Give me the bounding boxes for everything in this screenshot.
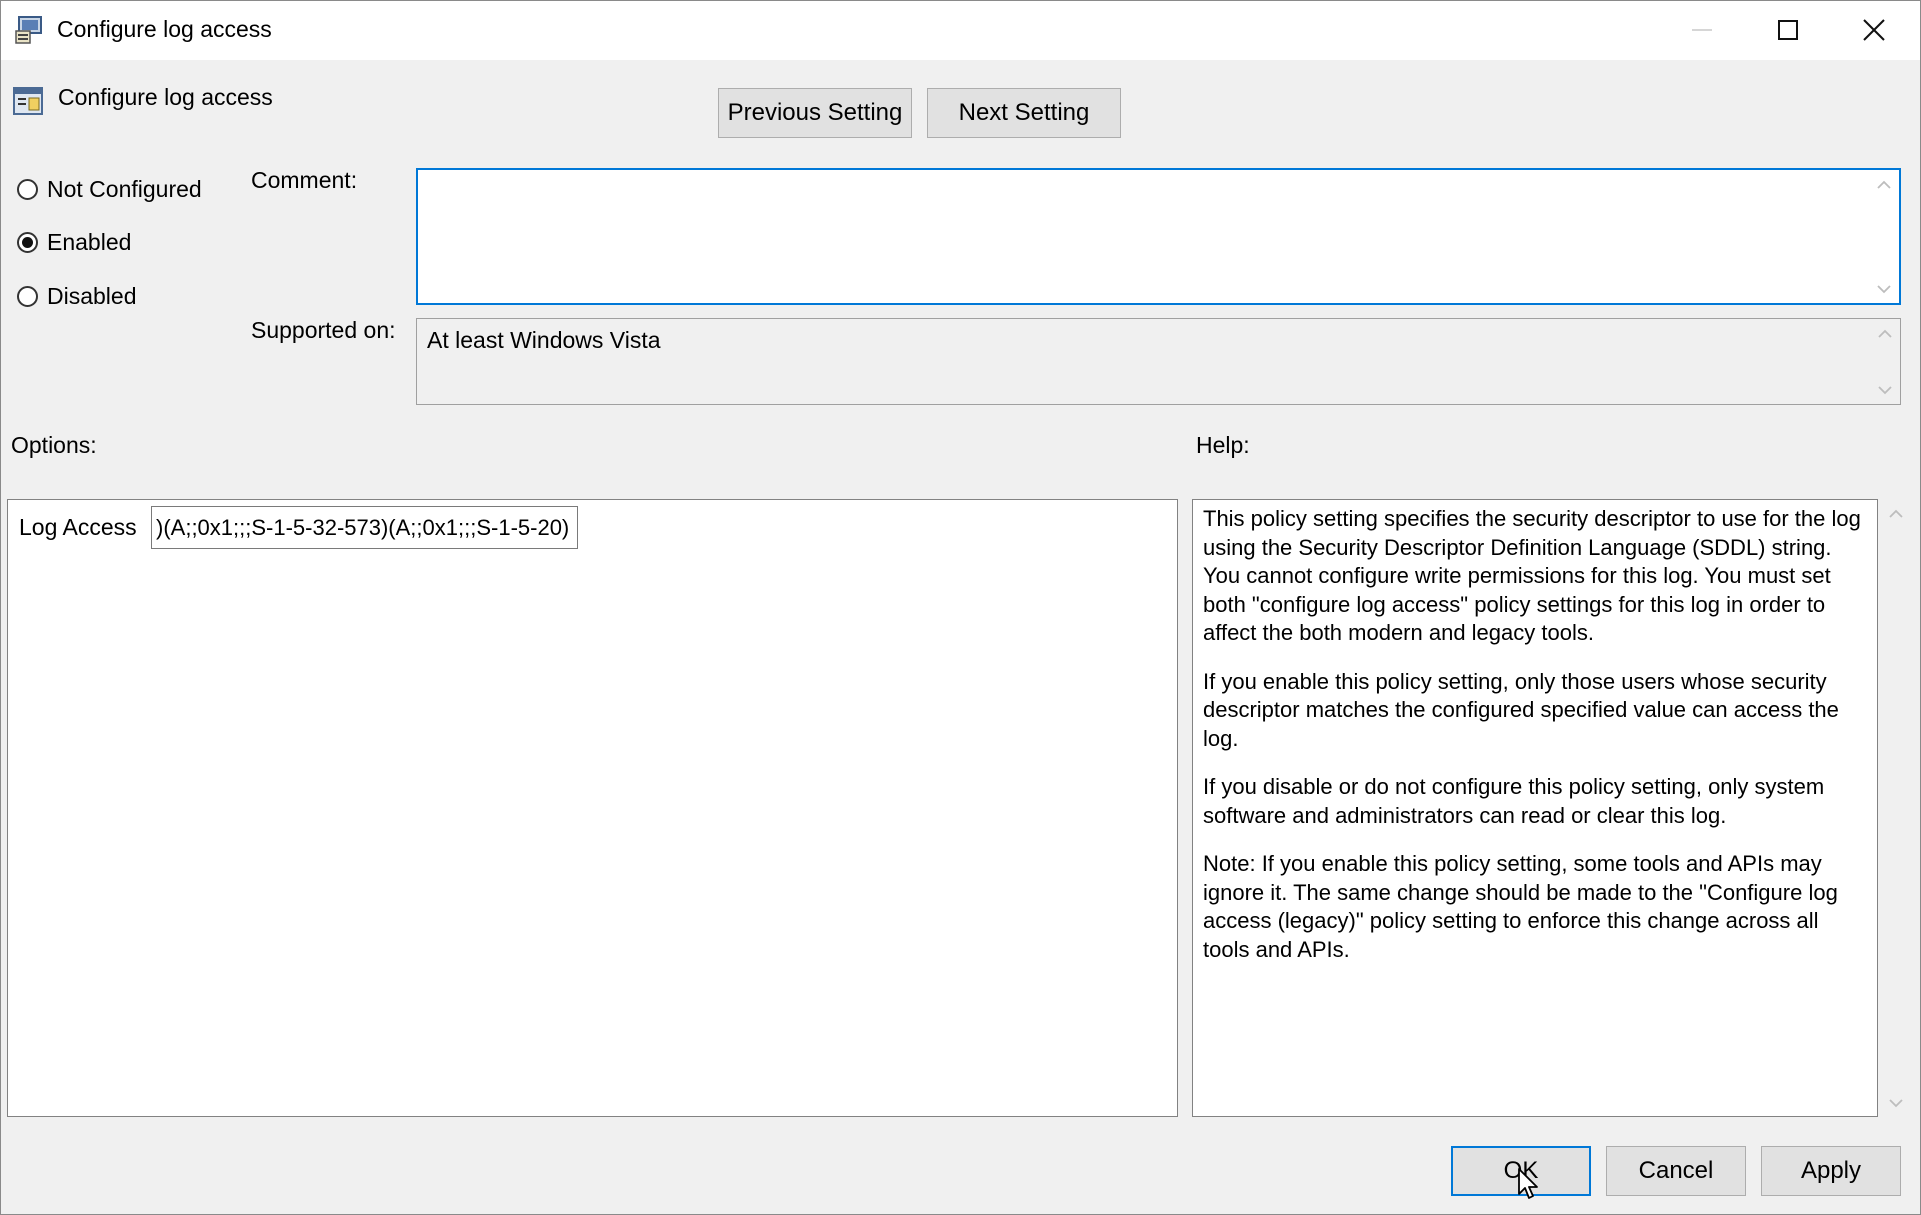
policy-setting-icon bbox=[13, 85, 45, 117]
help-paragraph: This policy setting specifies the securi… bbox=[1203, 506, 1861, 645]
options-panel: Log Access bbox=[7, 499, 1178, 1117]
radio-enabled[interactable]: Enabled bbox=[17, 227, 131, 257]
help-scrollbar[interactable] bbox=[1881, 499, 1911, 1117]
chevron-down-icon[interactable] bbox=[1881, 1089, 1911, 1117]
chevron-down-icon[interactable] bbox=[1869, 275, 1899, 303]
radio-selected-icon bbox=[17, 231, 38, 253]
help-text: This policy setting specifies the securi… bbox=[1203, 505, 1871, 984]
comment-textarea[interactable] bbox=[416, 168, 1901, 305]
help-heading: Help: bbox=[1196, 432, 1250, 458]
apply-button[interactable]: Apply bbox=[1761, 1146, 1901, 1196]
help-paragraph: Note: If you enable this policy setting,… bbox=[1203, 851, 1838, 962]
comment-scrollbar[interactable] bbox=[1869, 170, 1899, 303]
radio-circle-icon bbox=[17, 178, 38, 200]
maximize-button[interactable] bbox=[1745, 1, 1831, 59]
window-title: Configure log access bbox=[57, 16, 272, 42]
options-heading: Options: bbox=[11, 432, 97, 458]
close-icon bbox=[1863, 19, 1885, 41]
previous-setting-button[interactable]: Previous Setting bbox=[718, 88, 912, 138]
supported-scrollbar[interactable] bbox=[1870, 319, 1900, 404]
title-bar: Configure log access bbox=[1, 1, 1920, 60]
supported-on-text: At least Windows Vista bbox=[427, 327, 661, 353]
radio-label: Not Configured bbox=[47, 175, 202, 202]
next-setting-button[interactable]: Next Setting bbox=[927, 88, 1121, 138]
radio-label: Disabled bbox=[47, 282, 137, 309]
radio-circle-icon bbox=[17, 285, 38, 307]
radio-disabled[interactable]: Disabled bbox=[17, 281, 137, 311]
radio-not-configured[interactable]: Not Configured bbox=[17, 174, 202, 204]
maximize-icon bbox=[1778, 20, 1798, 40]
minimize-icon bbox=[1692, 29, 1712, 31]
minimize-button[interactable] bbox=[1659, 1, 1745, 59]
chevron-up-icon[interactable] bbox=[1870, 319, 1900, 347]
radio-label: Enabled bbox=[47, 228, 132, 255]
close-button[interactable] bbox=[1831, 1, 1917, 59]
chevron-down-icon[interactable] bbox=[1870, 376, 1900, 404]
help-paragraph: If you disable or do not configure this … bbox=[1203, 774, 1825, 828]
chevron-up-icon[interactable] bbox=[1869, 170, 1899, 198]
dialog-window: Configure log access Configure log acces… bbox=[0, 0, 1921, 1215]
cancel-button[interactable]: Cancel bbox=[1606, 1146, 1746, 1196]
log-access-input[interactable] bbox=[151, 506, 578, 549]
app-icon bbox=[15, 15, 47, 45]
help-paragraph: If you enable this policy setting, only … bbox=[1203, 668, 1839, 751]
setting-name: Configure log access bbox=[58, 84, 273, 110]
mouse-cursor-icon bbox=[1517, 1167, 1541, 1203]
comment-label: Comment: bbox=[251, 167, 358, 193]
log-access-label: Log Access bbox=[19, 514, 137, 540]
supported-on-label: Supported on: bbox=[251, 317, 396, 343]
chevron-up-icon[interactable] bbox=[1881, 499, 1911, 527]
help-panel: This policy setting specifies the securi… bbox=[1192, 499, 1878, 1117]
supported-on-field: At least Windows Vista bbox=[416, 318, 1901, 405]
